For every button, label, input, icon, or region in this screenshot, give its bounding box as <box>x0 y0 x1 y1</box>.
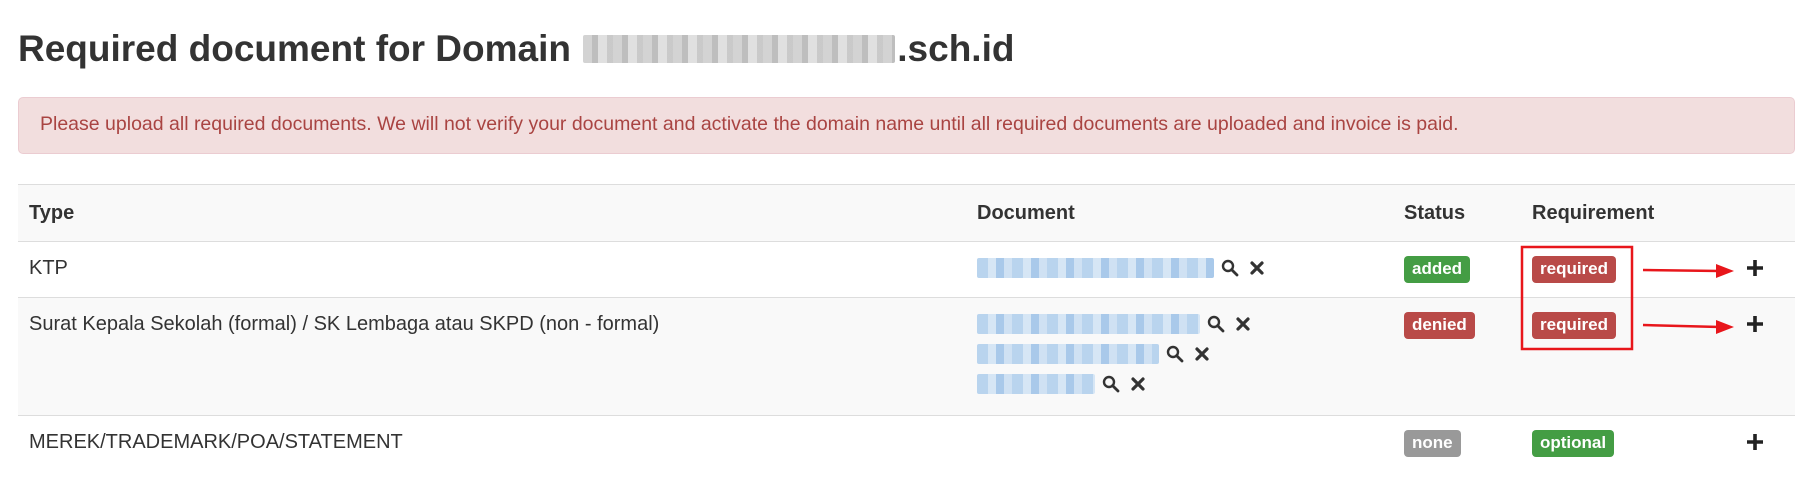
requirement-cell: optional <box>1532 430 1615 457</box>
page-title: Required document for Domain .sch.id <box>18 28 1014 70</box>
status-cell: none <box>1404 430 1461 457</box>
add-document-cell <box>1743 257 1767 284</box>
document-entry <box>977 253 1268 283</box>
status-cell: denied <box>1404 312 1475 339</box>
status-badge: none <box>1404 430 1461 457</box>
alert-message: Please upload all required documents. We… <box>40 113 1459 135</box>
document-link[interactable] <box>977 258 1214 278</box>
requirement-badge: required <box>1532 256 1617 283</box>
magnifier-icon[interactable] <box>1219 257 1241 279</box>
document-entry <box>977 309 1254 339</box>
header-status: Status <box>1404 202 1466 224</box>
document-entry <box>977 339 1254 369</box>
document-link[interactable] <box>977 374 1095 394</box>
x-mark-icon[interactable] <box>1232 313 1254 335</box>
requirement-cell: required <box>1532 312 1617 339</box>
add-document-cell <box>1743 313 1767 340</box>
status-badge: added <box>1404 256 1471 283</box>
add-document-cell <box>1743 431 1767 458</box>
document-link[interactable] <box>977 344 1159 364</box>
page-title-suffix: .sch.id <box>897 28 1015 69</box>
plus-icon[interactable] <box>1743 256 1767 280</box>
plus-icon[interactable] <box>1743 430 1767 454</box>
document-entry <box>977 369 1254 399</box>
document-type-label: KTP <box>29 257 68 279</box>
table-row: KTP added required <box>18 241 1795 297</box>
header-requirement: Requirement <box>1532 202 1655 224</box>
table-row: Surat Kepala Sekolah (formal) / SK Lemba… <box>18 297 1795 415</box>
table-header-row: Type Document Status Requirement <box>18 184 1795 241</box>
magnifier-icon[interactable] <box>1100 373 1122 395</box>
upload-warning-alert: Please upload all required documents. We… <box>18 97 1795 154</box>
redacted-domain-name <box>583 35 896 63</box>
plus-icon[interactable] <box>1743 312 1767 336</box>
header-type: Type <box>29 202 75 224</box>
document-type-label: MEREK/TRADEMARK/POA/STATEMENT <box>29 431 403 453</box>
page-title-prefix: Required document for Domain <box>18 28 571 69</box>
x-mark-icon[interactable] <box>1246 257 1268 279</box>
requirement-badge: optional <box>1532 430 1615 457</box>
magnifier-icon[interactable] <box>1164 343 1186 365</box>
document-list <box>977 309 1254 399</box>
requirement-cell: required <box>1532 256 1617 283</box>
magnifier-icon[interactable] <box>1205 313 1227 335</box>
document-link[interactable] <box>977 314 1200 334</box>
document-type-label: Surat Kepala Sekolah (formal) / SK Lemba… <box>29 313 660 335</box>
table-row: MEREK/TRADEMARK/POA/STATEMENT none optio… <box>18 415 1795 484</box>
status-cell: added <box>1404 256 1471 283</box>
requirement-badge: required <box>1532 312 1617 339</box>
header-document: Document <box>977 202 1075 224</box>
document-list <box>977 253 1268 283</box>
x-mark-icon[interactable] <box>1191 343 1213 365</box>
status-badge: denied <box>1404 312 1475 339</box>
x-mark-icon[interactable] <box>1127 373 1149 395</box>
